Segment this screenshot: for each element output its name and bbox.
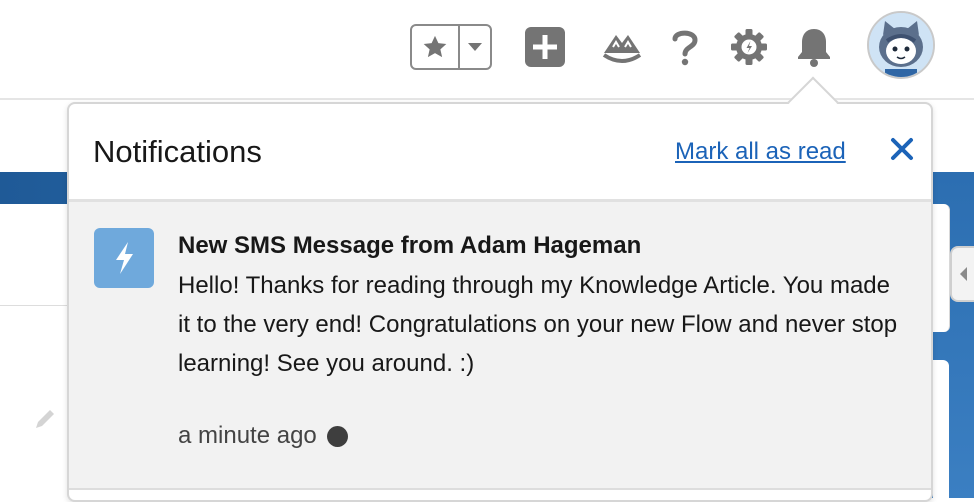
notifications-panel: Notifications Mark all as read New SMS M… bbox=[67, 102, 933, 502]
global-create-icon bbox=[525, 27, 565, 67]
notification-item[interactable]: New SMS Message from Adam Hageman Hello!… bbox=[69, 202, 931, 488]
notification-body: Hello! Thanks for reading through my Kno… bbox=[178, 272, 898, 377]
user-avatar[interactable] bbox=[867, 11, 935, 79]
favorite-star-button[interactable] bbox=[412, 26, 460, 68]
notification-time: a minute ago bbox=[178, 422, 317, 449]
notifications-bell-button[interactable] bbox=[791, 24, 837, 70]
lightning-bolt-icon bbox=[94, 228, 154, 288]
side-panel-toggle[interactable] bbox=[950, 246, 974, 302]
trailhead-button[interactable] bbox=[599, 24, 645, 70]
unread-indicator bbox=[326, 425, 348, 447]
global-header bbox=[0, 0, 974, 100]
setup-gear-icon bbox=[731, 29, 767, 65]
panel-title: Notifications bbox=[93, 134, 262, 169]
notification-title: New SMS Message from Adam Hageman bbox=[178, 232, 642, 259]
astro-avatar-icon bbox=[869, 13, 933, 77]
favorites-dropdown-icon bbox=[468, 43, 482, 51]
help-icon bbox=[672, 30, 698, 66]
favorites-dropdown-button[interactable] bbox=[460, 26, 490, 68]
setup-button[interactable] bbox=[726, 24, 772, 70]
background-divider bbox=[0, 305, 68, 306]
global-create-button[interactable] bbox=[522, 24, 568, 70]
chevron-left-icon bbox=[960, 267, 967, 281]
notification-divider bbox=[69, 488, 931, 490]
notifications-bell-icon bbox=[798, 29, 830, 67]
help-button[interactable] bbox=[662, 24, 708, 70]
favorites-button-group bbox=[410, 24, 492, 70]
background-card bbox=[0, 204, 68, 498]
background-card-right bbox=[933, 204, 950, 332]
close-icon bbox=[891, 138, 913, 160]
close-button[interactable] bbox=[887, 134, 917, 164]
trailhead-icon bbox=[602, 35, 642, 63]
notification-meta: a minute ago bbox=[178, 422, 348, 450]
favorite-star-icon bbox=[423, 35, 447, 58]
edit-pencil-icon[interactable] bbox=[32, 406, 58, 437]
background-card-right-lower bbox=[933, 360, 949, 498]
mark-all-read-link[interactable]: Mark all as read bbox=[675, 138, 846, 166]
